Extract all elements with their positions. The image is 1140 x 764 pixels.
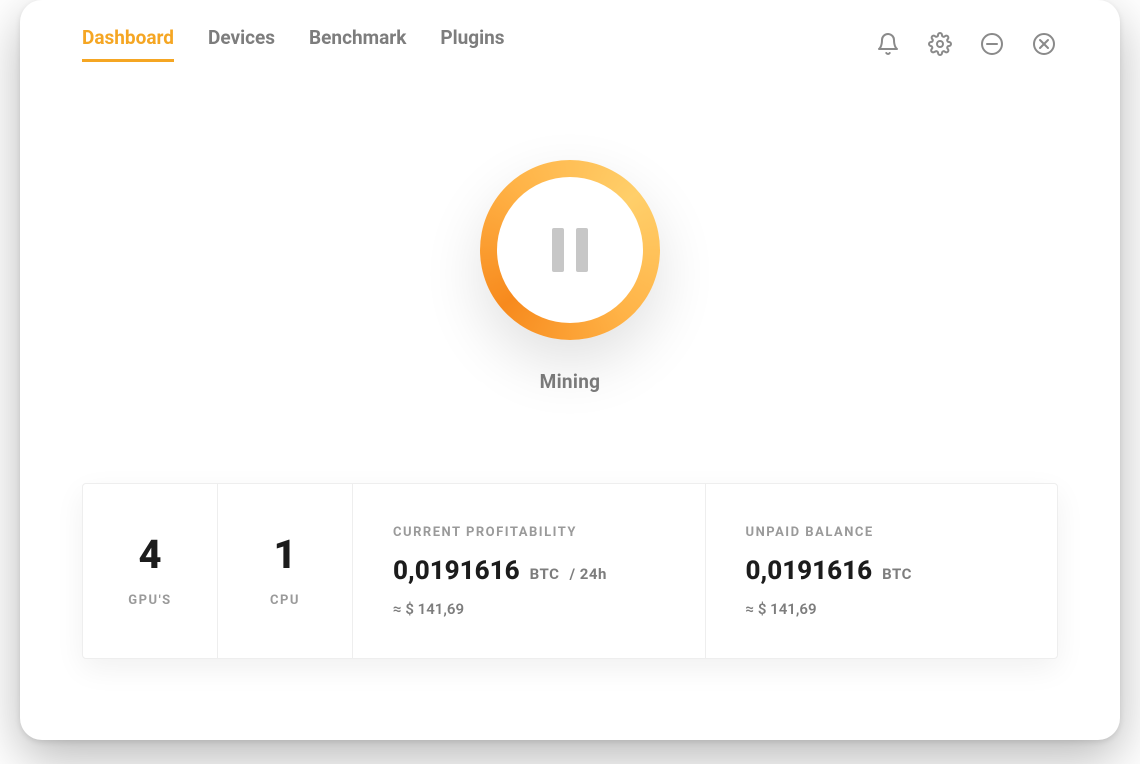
balance-heading: UNPAID BALANCE	[746, 525, 1018, 540]
mining-button-inner	[497, 177, 643, 323]
profitability-card: CURRENT PROFITABILITY 0,0191616 BTC / 24…	[353, 484, 706, 658]
gpu-label: GPU'S	[128, 593, 171, 608]
profitability-period: / 24h	[569, 565, 606, 583]
tab-devices[interactable]: Devices	[208, 26, 275, 62]
tab-dashboard[interactable]: Dashboard	[82, 26, 174, 62]
gpu-count: 4	[138, 535, 161, 575]
gpu-card: 4 GPU'S	[83, 484, 218, 658]
balance-btc-line: 0,0191616 BTC	[746, 556, 1018, 586]
app-window: Dashboard Devices Benchmark Plugins	[20, 0, 1120, 740]
profitability-btc-unit: BTC	[530, 565, 560, 583]
mining-control: Mining	[20, 160, 1120, 393]
balance-btc-unit: BTC	[882, 565, 912, 583]
profitability-heading: CURRENT PROFITABILITY	[393, 525, 665, 540]
balance-btc-value: 0,0191616	[746, 556, 873, 586]
nav-tabs: Dashboard Devices Benchmark Plugins	[82, 26, 505, 62]
top-bar: Dashboard Devices Benchmark Plugins	[20, 0, 1120, 62]
gear-icon[interactable]	[926, 30, 954, 58]
top-icons	[874, 30, 1058, 58]
bell-icon[interactable]	[874, 30, 902, 58]
pause-icon	[552, 228, 588, 272]
mining-status-label: Mining	[540, 370, 601, 393]
tab-plugins[interactable]: Plugins	[440, 26, 504, 62]
cpu-label: CPU	[270, 593, 300, 608]
close-icon[interactable]	[1030, 30, 1058, 58]
balance-fiat: ≈ $ 141,69	[746, 600, 1018, 618]
cpu-card: 1 CPU	[218, 484, 353, 658]
stats-cards: 4 GPU'S 1 CPU CURRENT PROFITABILITY 0,01…	[82, 483, 1058, 659]
profitability-btc-line: 0,0191616 BTC / 24h	[393, 556, 665, 586]
minimize-icon[interactable]	[978, 30, 1006, 58]
balance-card: UNPAID BALANCE 0,0191616 BTC ≈ $ 141,69	[706, 484, 1058, 658]
profitability-fiat: ≈ $ 141,69	[393, 600, 665, 618]
profitability-btc-value: 0,0191616	[393, 556, 520, 586]
cpu-count: 1	[273, 535, 296, 575]
tab-benchmark[interactable]: Benchmark	[309, 26, 406, 62]
mining-toggle-button[interactable]	[480, 160, 660, 340]
